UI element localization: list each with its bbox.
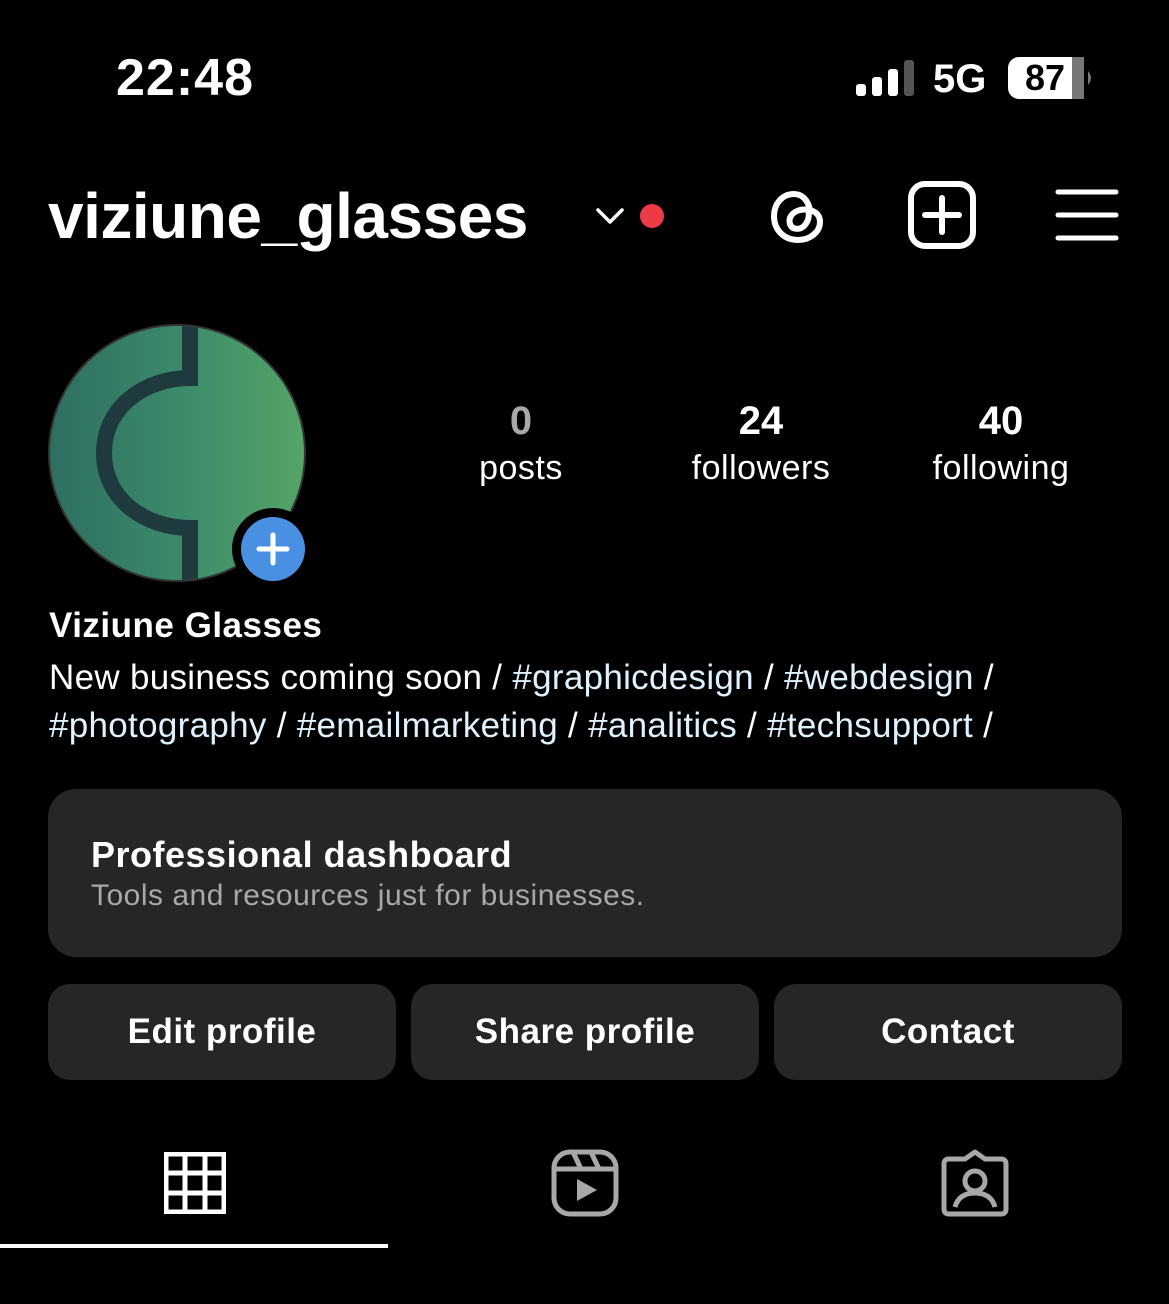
stat-following[interactable]: 40 following <box>901 396 1101 490</box>
bio-text: New business coming soon / #graphicdesig… <box>49 654 1139 750</box>
bio-text-segment: New business coming soon / <box>49 658 513 697</box>
posts-label: posts <box>479 449 563 487</box>
bio-line-1: New business coming soon / #graphicdesig… <box>49 654 1139 702</box>
hashtag-link[interactable]: #emailmarketing <box>297 706 558 745</box>
followers-count: 24 <box>738 399 784 443</box>
tab-tagged[interactable] <box>780 1120 1169 1246</box>
contact-button[interactable]: Contact <box>774 984 1122 1080</box>
followers-label: followers <box>691 449 831 487</box>
bio-separator: / <box>266 706 297 745</box>
username-switcher[interactable]: viziune_glasses <box>48 176 528 256</box>
edit-profile-button[interactable]: Edit profile <box>48 984 396 1080</box>
plus-icon <box>256 532 290 566</box>
reels-icon <box>551 1149 618 1217</box>
bio-separator: / <box>737 706 768 745</box>
status-time: 22:48 <box>116 49 254 107</box>
threads-icon[interactable] <box>762 180 834 252</box>
tab-posts-grid[interactable] <box>0 1120 389 1246</box>
battery-level: 87 <box>1024 57 1066 98</box>
dashboard-subtitle: Tools and resources just for businesses. <box>91 879 645 912</box>
hashtag-link[interactable]: #photography <box>49 706 267 745</box>
hashtag-link[interactable]: #analitics <box>588 706 737 745</box>
stat-followers[interactable]: 24 followers <box>661 396 861 490</box>
bio-line-2: #photography / #emailmarketing / #analit… <box>49 702 1139 750</box>
hashtag-link[interactable]: #techsupport <box>767 706 973 745</box>
menu-icon[interactable] <box>1052 180 1122 252</box>
create-post-icon[interactable] <box>906 180 978 252</box>
professional-dashboard-card[interactable]: Professional dashboard Tools and resourc… <box>48 789 1122 957</box>
bio-separator: / <box>973 658 994 697</box>
tab-reels[interactable] <box>390 1120 779 1246</box>
chevron-down-icon[interactable] <box>594 204 626 228</box>
posts-count: 0 <box>509 399 533 443</box>
network-type: 5G <box>933 57 987 101</box>
grid-icon <box>163 1152 226 1214</box>
notification-dot <box>640 204 664 228</box>
share-profile-button[interactable]: Share profile <box>411 984 759 1080</box>
hashtag-link[interactable]: #graphicdesign <box>512 658 754 697</box>
display-name: Viziune Glasses <box>49 606 323 645</box>
active-tab-indicator <box>0 1244 388 1248</box>
following-label: following <box>932 449 1070 487</box>
bio-separator: / <box>753 658 785 697</box>
signal-icon <box>856 60 914 96</box>
bio-separator: / <box>558 706 589 745</box>
add-story-button[interactable] <box>232 508 314 590</box>
following-count: 40 <box>978 399 1024 443</box>
tagged-icon <box>941 1149 1008 1217</box>
stat-posts[interactable]: 0 posts <box>421 396 621 490</box>
bio-separator: / <box>973 706 994 745</box>
dashboard-title: Professional dashboard <box>91 834 513 875</box>
hashtag-link[interactable]: #webdesign <box>784 658 974 697</box>
